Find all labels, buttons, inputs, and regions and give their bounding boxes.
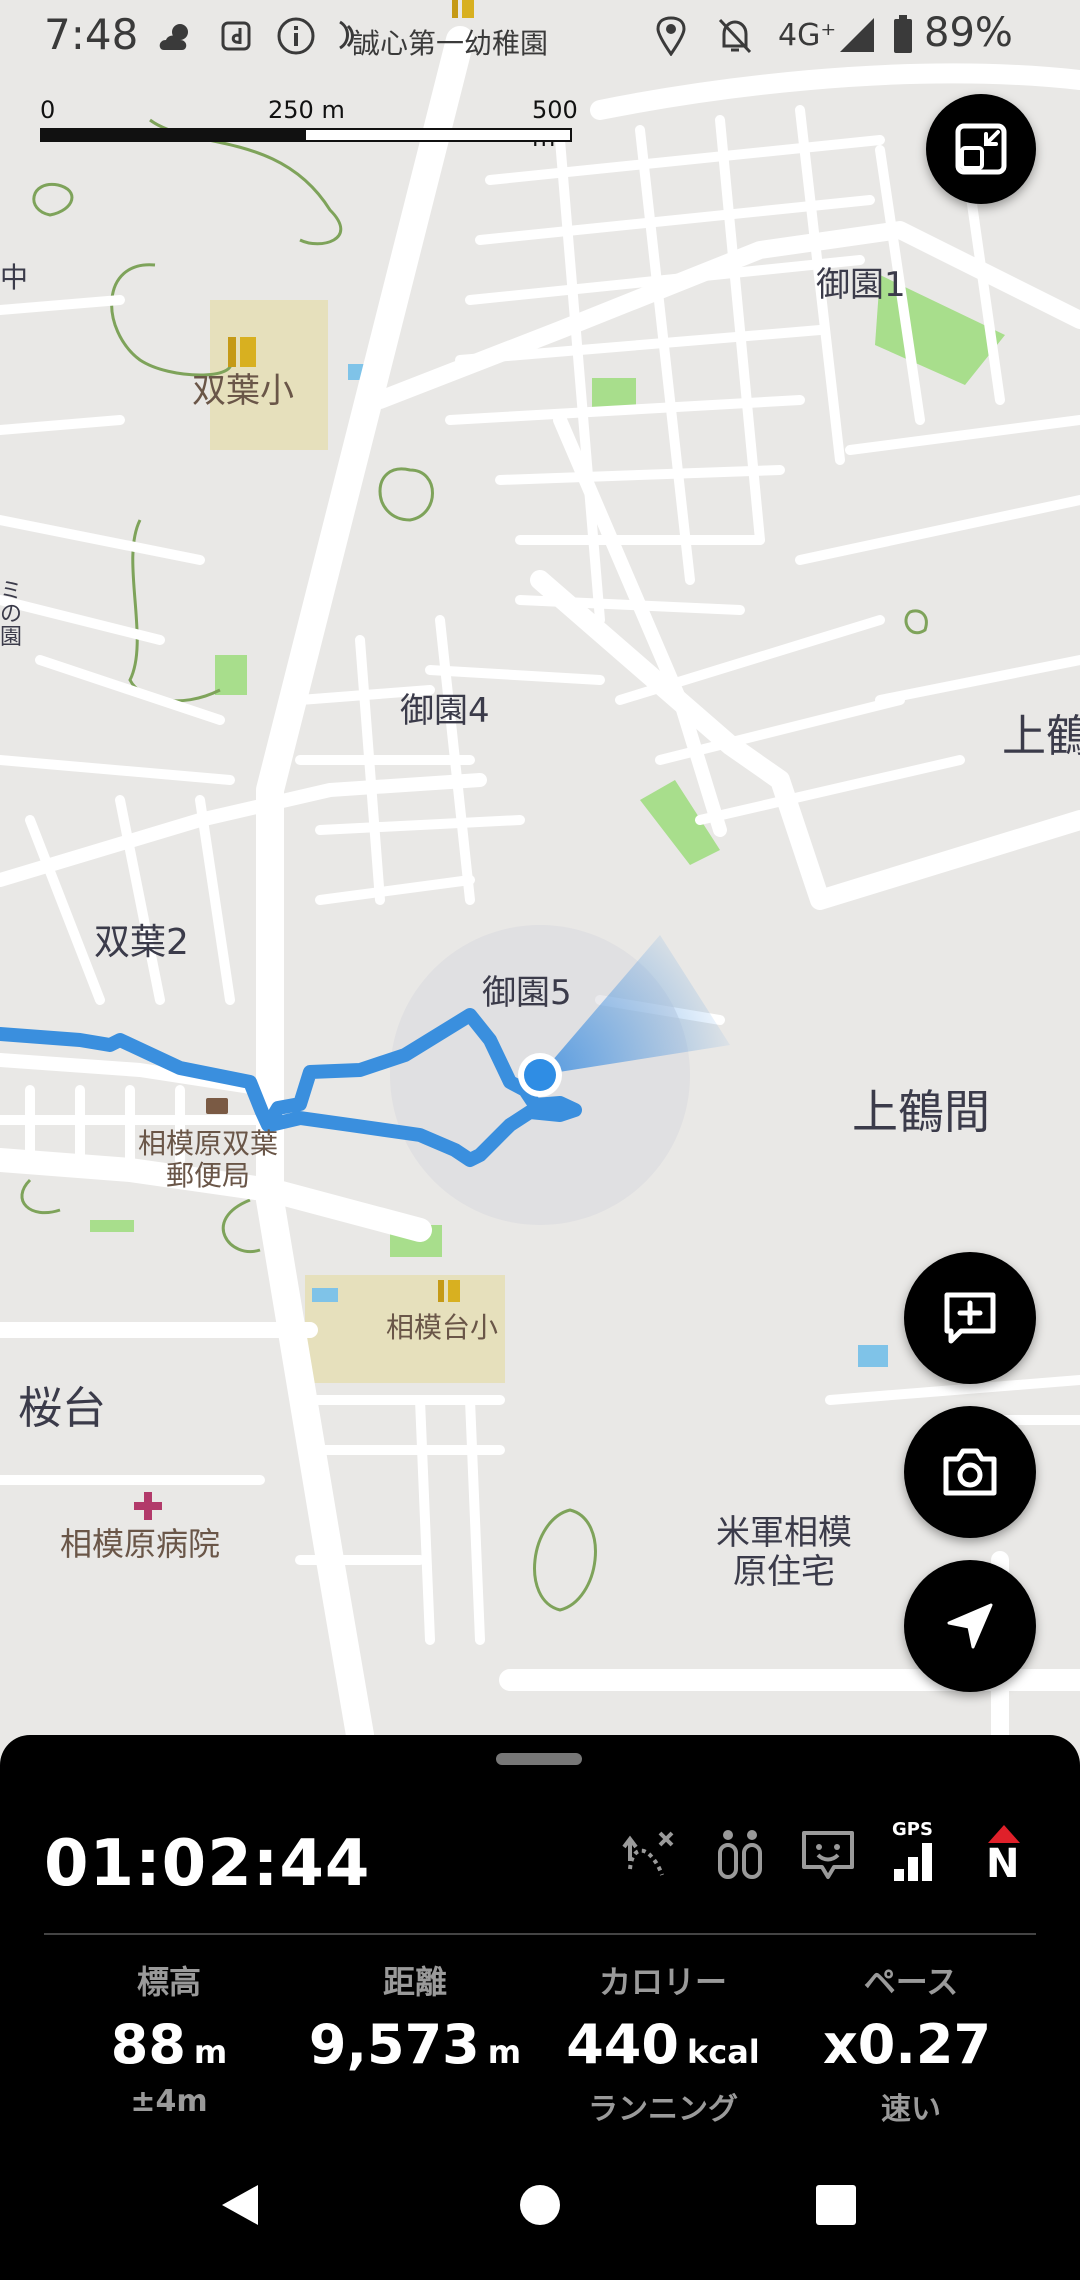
location-icon [656, 16, 686, 56]
metric-sub: ランニング [588, 2092, 738, 2127]
stats-divider [44, 1933, 1036, 1935]
signal-icon [840, 18, 874, 52]
gps-signal-icon[interactable]: GPS [886, 1819, 946, 1885]
home-icon[interactable] [518, 2183, 562, 2227]
post-office-label: 相模原双葉 郵便局 [138, 1127, 279, 1193]
area-label-kamitsuruma: 上鶴間 [852, 1085, 990, 1139]
metric-elevation: 標高 88 m ±4m [44, 1957, 294, 2119]
area-label-kamitsuruma-edge: 上鶴 [1002, 711, 1080, 762]
metric-value: 440 [566, 2013, 679, 2076]
gps-label: GPS [892, 1819, 933, 1840]
tracking-panel: 01:02:44 GPS N 標高 88 m ±4m 距離 9,573 m カロ… [0, 1735, 1080, 2135]
metric-unit: m [487, 2033, 522, 2071]
camera-icon [943, 1448, 997, 1496]
app-notification-icon [221, 21, 251, 51]
network-type: 4G⁺ [778, 18, 837, 53]
pond [312, 1288, 338, 1302]
battery-percent: 89% [924, 10, 1013, 56]
compass-north-icon[interactable]: N [974, 1825, 1034, 1887]
metric-label: ペース [863, 1963, 959, 2001]
weather-icon [159, 24, 188, 50]
metric-label: 標高 [136, 1963, 201, 2001]
metric-value: x0.27 [822, 2013, 992, 2076]
sheet-drag-handle[interactable] [496, 1753, 582, 1765]
pond [858, 1345, 888, 1367]
scale-label-end: 500 m [532, 96, 578, 152]
add-note-button[interactable] [904, 1252, 1036, 1384]
map-view[interactable]: 御園1 双葉小 御園4 上鶴 双葉2 御園5 上鶴間 相模原双葉 郵便局 相模台… [0, 0, 1080, 1735]
mood-icon[interactable] [798, 1825, 858, 1885]
area-label-us-housing: 米軍相模 原住宅 [716, 1513, 852, 1593]
recents-icon[interactable] [816, 2185, 856, 2225]
pace-icon[interactable] [710, 1825, 770, 1885]
scale-bar-graphic [40, 128, 572, 142]
metric-calories: カロリー 440 kcal ランニング [538, 1957, 788, 2128]
area-label-misono1: 御園1 [816, 265, 906, 305]
status-notification-text: 誠心第一幼稚園 [352, 27, 549, 60]
metric-value: 9,573 [308, 2013, 480, 2076]
area-label-misono5: 御園5 [482, 973, 572, 1013]
park [90, 1220, 134, 1232]
area-label-misono4: 御園4 [400, 691, 490, 731]
hospital-icon [134, 1492, 162, 1520]
metric-sub: ±4m [130, 2084, 208, 2119]
metric-value: 88 [110, 2013, 186, 2076]
system-nav-bar [0, 2135, 1080, 2280]
info-icon [277, 17, 315, 55]
edge-label-mid: ミ の 園 [0, 579, 23, 651]
metric-unit: kcal [686, 2033, 760, 2071]
navigation-arrow-icon [947, 1603, 993, 1649]
metric-label: 距離 [382, 1963, 447, 2001]
elapsed-timer: 01:02:44 [44, 1827, 371, 1901]
back-icon[interactable] [218, 2181, 262, 2229]
area-label-futaba2: 双葉2 [94, 922, 189, 963]
navigate-button[interactable] [904, 1560, 1036, 1692]
park [592, 378, 636, 408]
metric-distance: 距離 9,573 m [290, 1957, 540, 2084]
school-label-sagamidai: 相模台小 [386, 1311, 499, 1344]
post-office-icon [206, 1098, 228, 1114]
mute-bell-icon [718, 18, 752, 54]
collapse-button[interactable] [926, 94, 1036, 204]
status-time: 7:48 [44, 10, 139, 59]
hospital-label: 相模原病院 [60, 1525, 221, 1563]
north-label: N [986, 1841, 1020, 1887]
route-icon[interactable] [620, 1825, 680, 1885]
scale-label-mid: 250 m [268, 96, 345, 124]
metric-pace: ペース x0.27 速い [786, 1957, 1036, 2128]
camera-button[interactable] [904, 1406, 1036, 1538]
school-label-futaba: 双葉小 [192, 371, 294, 411]
collapse-icon [955, 123, 1007, 175]
add-note-icon [944, 1292, 996, 1344]
park [215, 655, 247, 695]
metric-label: カロリー [598, 1963, 727, 2001]
status-bar: 7:48 誠心第一幼稚園 4G⁺ 89% [0, 0, 1080, 72]
edge-label-top: 中 [0, 261, 29, 294]
metric-sub: 速い [881, 2092, 941, 2127]
scale-bar: 0 250 m 500 m [40, 96, 578, 152]
area-label-sakuradai: 桜台 [18, 1383, 106, 1434]
scale-label-zero: 0 [40, 96, 56, 124]
battery-icon [894, 15, 912, 53]
location-dot [524, 1059, 556, 1091]
metric-unit: m [193, 2033, 228, 2071]
